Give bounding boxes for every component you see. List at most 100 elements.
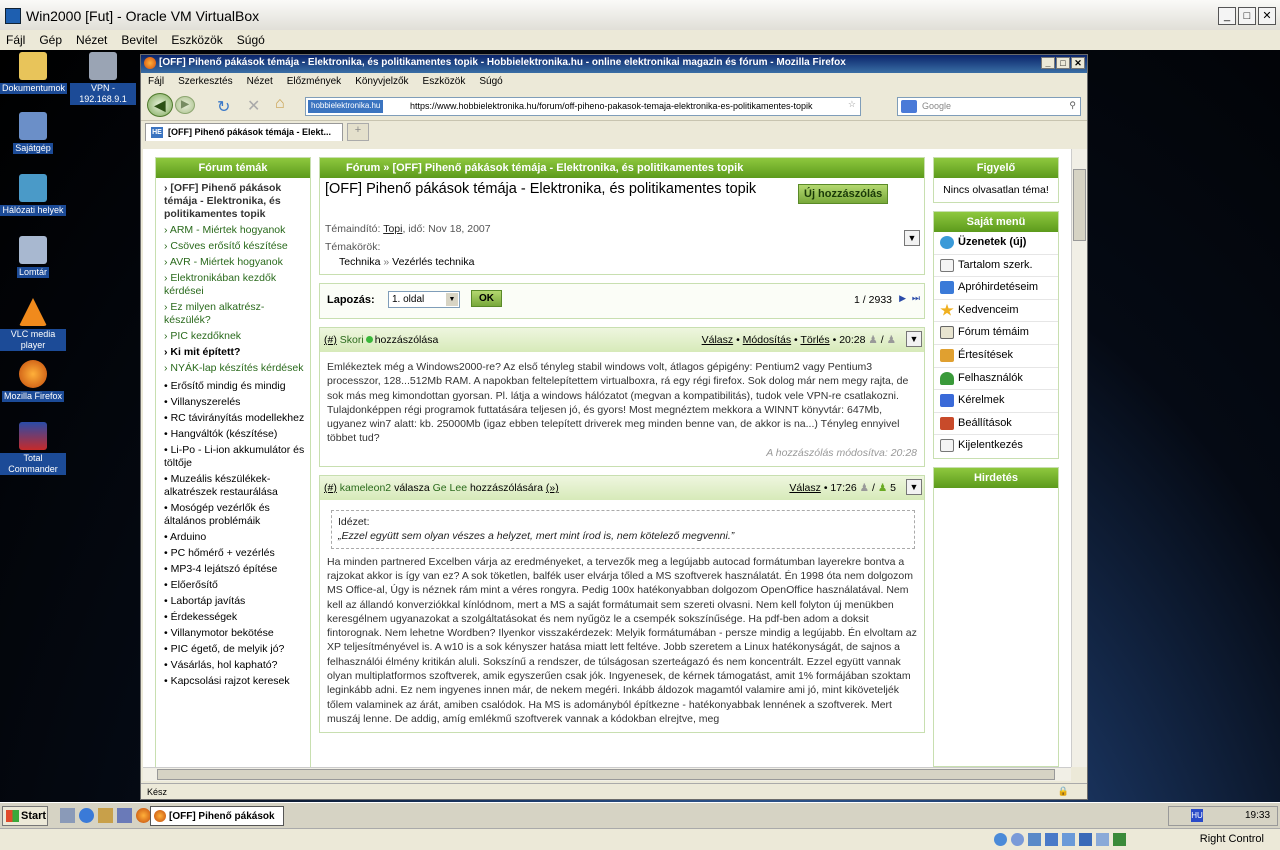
post-permalink[interactable]: (#) xyxy=(324,334,337,346)
scroll-thumb[interactable] xyxy=(157,769,1055,780)
topic-link[interactable]: • Labortáp javítás xyxy=(164,595,310,608)
topic-link[interactable]: › PIC kezdőknek xyxy=(164,330,310,343)
topic-link[interactable]: › ARM - Miértek hogyanok xyxy=(164,224,310,237)
desktop-icon-mycomputer[interactable]: Sajátgép xyxy=(0,112,66,154)
network-adapter-icon[interactable] xyxy=(1045,833,1058,846)
topic-link[interactable]: › Ki mit épített? xyxy=(164,346,310,359)
topic-link[interactable]: • Hangváltók (készítése) xyxy=(164,428,310,441)
menu-content-edit[interactable]: Tartalom szerk. xyxy=(934,255,1058,278)
ok-button[interactable]: OK xyxy=(471,290,502,307)
desktop-icon-documents[interactable]: Dokumentumok xyxy=(0,52,68,94)
search-input[interactable]: Google ⚲ xyxy=(897,97,1081,116)
ff-close-button[interactable]: ✕ xyxy=(1071,57,1085,69)
menu-requests[interactable]: Kérelmek xyxy=(934,390,1058,413)
desktop-icon-vpn[interactable]: VPN - 192.168.9.1 xyxy=(70,52,136,105)
url-bar[interactable]: hobbielektronika.hu https://www.hobbielek… xyxy=(305,97,861,116)
topic-link[interactable]: • Arduino xyxy=(164,531,310,544)
post-options-dropdown[interactable]: ▼ xyxy=(906,331,922,347)
menu-notifications[interactable]: Értesítések xyxy=(934,345,1058,368)
display-icon[interactable] xyxy=(1096,833,1109,846)
ie-icon[interactable] xyxy=(79,808,94,823)
desktop-icon-network[interactable]: Hálózati helyek xyxy=(0,174,66,216)
topic-link[interactable]: • Erősítő mindig és mindig xyxy=(164,380,310,393)
ff-menu-bookmarks[interactable]: Könyvjelzők xyxy=(355,76,408,91)
topic-link[interactable]: › Csöves erősítő készítése xyxy=(164,240,310,253)
desktop-icon-recycle[interactable]: Lomtár xyxy=(0,236,66,278)
vertical-scrollbar[interactable] xyxy=(1071,149,1087,767)
starter-link[interactable]: Topi xyxy=(383,223,402,235)
topic-link[interactable]: • Villanymotor bekötése xyxy=(164,627,310,640)
site-identity-badge[interactable]: hobbielektronika.hu xyxy=(308,100,384,113)
ff-menu-tools[interactable]: Eszközök xyxy=(423,76,466,91)
topic-link[interactable]: • Vásárlás, hol kapható? xyxy=(164,659,310,672)
post-author[interactable]: Skori xyxy=(340,334,364,346)
stop-icon[interactable]: ✕ xyxy=(247,96,260,116)
topic-link[interactable]: › Elektronikában kezdők kérdései xyxy=(164,272,310,298)
topic-link[interactable]: • RC távirányítás modellekhez xyxy=(164,412,310,425)
topic-link[interactable]: • Li-Po - Li-ion akkumulátor és töltője xyxy=(164,444,310,470)
maximize-button[interactable]: □ xyxy=(1238,7,1256,25)
audio-icon[interactable] xyxy=(1028,833,1041,846)
reply-target-link[interactable]: (») xyxy=(546,482,559,494)
menu-file[interactable]: Fájl xyxy=(6,33,25,50)
topic-link[interactable]: • Kapcsolási rajzot keresek xyxy=(164,675,310,688)
desktop-icon-vlc[interactable]: VLC media player xyxy=(0,298,66,351)
reload-icon[interactable]: ↻ xyxy=(217,97,230,117)
menu-classifieds[interactable]: Apróhirdetéseim xyxy=(934,277,1058,300)
topic-link[interactable]: • Muzeális készülékek-alkatrészek restau… xyxy=(164,473,310,499)
back-button[interactable]: ◀ xyxy=(147,93,173,117)
menu-users[interactable]: Felhasználók xyxy=(934,368,1058,391)
topic-link[interactable]: • MP3-4 lejátszó építése xyxy=(164,563,310,576)
delete-link[interactable]: Törlés xyxy=(800,334,829,346)
page-select[interactable]: 1. oldal ▼ xyxy=(388,291,460,308)
topic-link[interactable]: • Mosógép vezérlők és általános problémá… xyxy=(164,502,310,528)
post-author[interactable]: kameleon2 xyxy=(340,482,391,494)
post-options-dropdown[interactable]: ▼ xyxy=(906,479,922,496)
minimize-button[interactable]: _ xyxy=(1218,7,1236,25)
like-icon[interactable]: ♟ xyxy=(878,482,887,494)
category-link[interactable]: Vezérlés technika xyxy=(392,256,474,268)
ff-menu-help[interactable]: Súgó xyxy=(479,76,502,91)
menu-help[interactable]: Súgó xyxy=(237,33,265,50)
menu-messages[interactable]: Üzenetek (új) xyxy=(934,232,1058,255)
reply-link[interactable]: Válasz xyxy=(789,482,821,494)
reply-link[interactable]: Válasz xyxy=(702,334,734,346)
start-button[interactable]: Start xyxy=(2,806,48,826)
topic-link[interactable]: › Ez milyen alkatrész-készülék? xyxy=(164,301,310,327)
horizontal-scrollbar[interactable] xyxy=(143,767,1071,781)
category-link[interactable]: Technika xyxy=(339,256,380,268)
optical-drive-icon[interactable] xyxy=(1011,833,1024,846)
desktop-icon-totalcommander[interactable]: Total Commander xyxy=(0,422,66,475)
menu-view[interactable]: Nézet xyxy=(76,33,107,50)
menu-machine[interactable]: Gép xyxy=(39,33,62,50)
menu-my-topics[interactable]: Fórum témáim xyxy=(934,322,1058,345)
desktop-icon-firefox[interactable]: Mozilla Firefox xyxy=(0,360,66,402)
close-button[interactable]: ✕ xyxy=(1258,7,1276,25)
explorer-icon[interactable] xyxy=(98,808,113,823)
edit-link[interactable]: Módosítás xyxy=(743,334,791,346)
app-icon[interactable] xyxy=(117,808,132,823)
language-icon[interactable]: HU xyxy=(1191,809,1203,822)
new-post-button[interactable]: Új hozzászólás xyxy=(798,184,889,204)
topic-link[interactable]: • Villanyszerelés xyxy=(164,396,310,409)
shared-folder-icon[interactable] xyxy=(1079,833,1092,846)
search-icon[interactable]: ⚲ xyxy=(1069,100,1076,111)
topic-options-dropdown[interactable]: ▼ xyxy=(904,230,920,246)
topic-link[interactable]: • PIC égető, de melyik jó? xyxy=(164,643,310,656)
home-icon[interactable]: ⌂ xyxy=(275,95,285,113)
dislike-icon[interactable]: ♟ xyxy=(868,334,877,346)
taskbar-firefox-app[interactable]: [OFF] Pihenő pákások ... xyxy=(150,806,284,833)
last-page-icon[interactable]: ⏭ xyxy=(912,293,920,304)
topic-link[interactable]: • Érdekességek xyxy=(164,611,310,624)
topic-link[interactable]: › [OFF] Pihenő pákások témája - Elektron… xyxy=(164,182,310,221)
dislike-icon[interactable]: ♟ xyxy=(860,482,869,494)
like-icon[interactable]: ♟ xyxy=(887,334,896,346)
ff-maximize-button[interactable]: □ xyxy=(1056,57,1070,69)
bookmark-star-icon[interactable]: ☆ xyxy=(848,99,856,110)
next-page-icon[interactable]: ▶ xyxy=(899,293,906,304)
post-permalink[interactable]: (#) xyxy=(324,482,337,494)
topic-link[interactable]: • PC hőmérő + vezérlés xyxy=(164,547,310,560)
mouse-integration-icon[interactable] xyxy=(1113,833,1126,846)
tab-forum[interactable]: HE [OFF] Pihenő pákások témája - Elekt... xyxy=(145,123,343,141)
ff-menu-file[interactable]: Fájl xyxy=(148,76,164,91)
